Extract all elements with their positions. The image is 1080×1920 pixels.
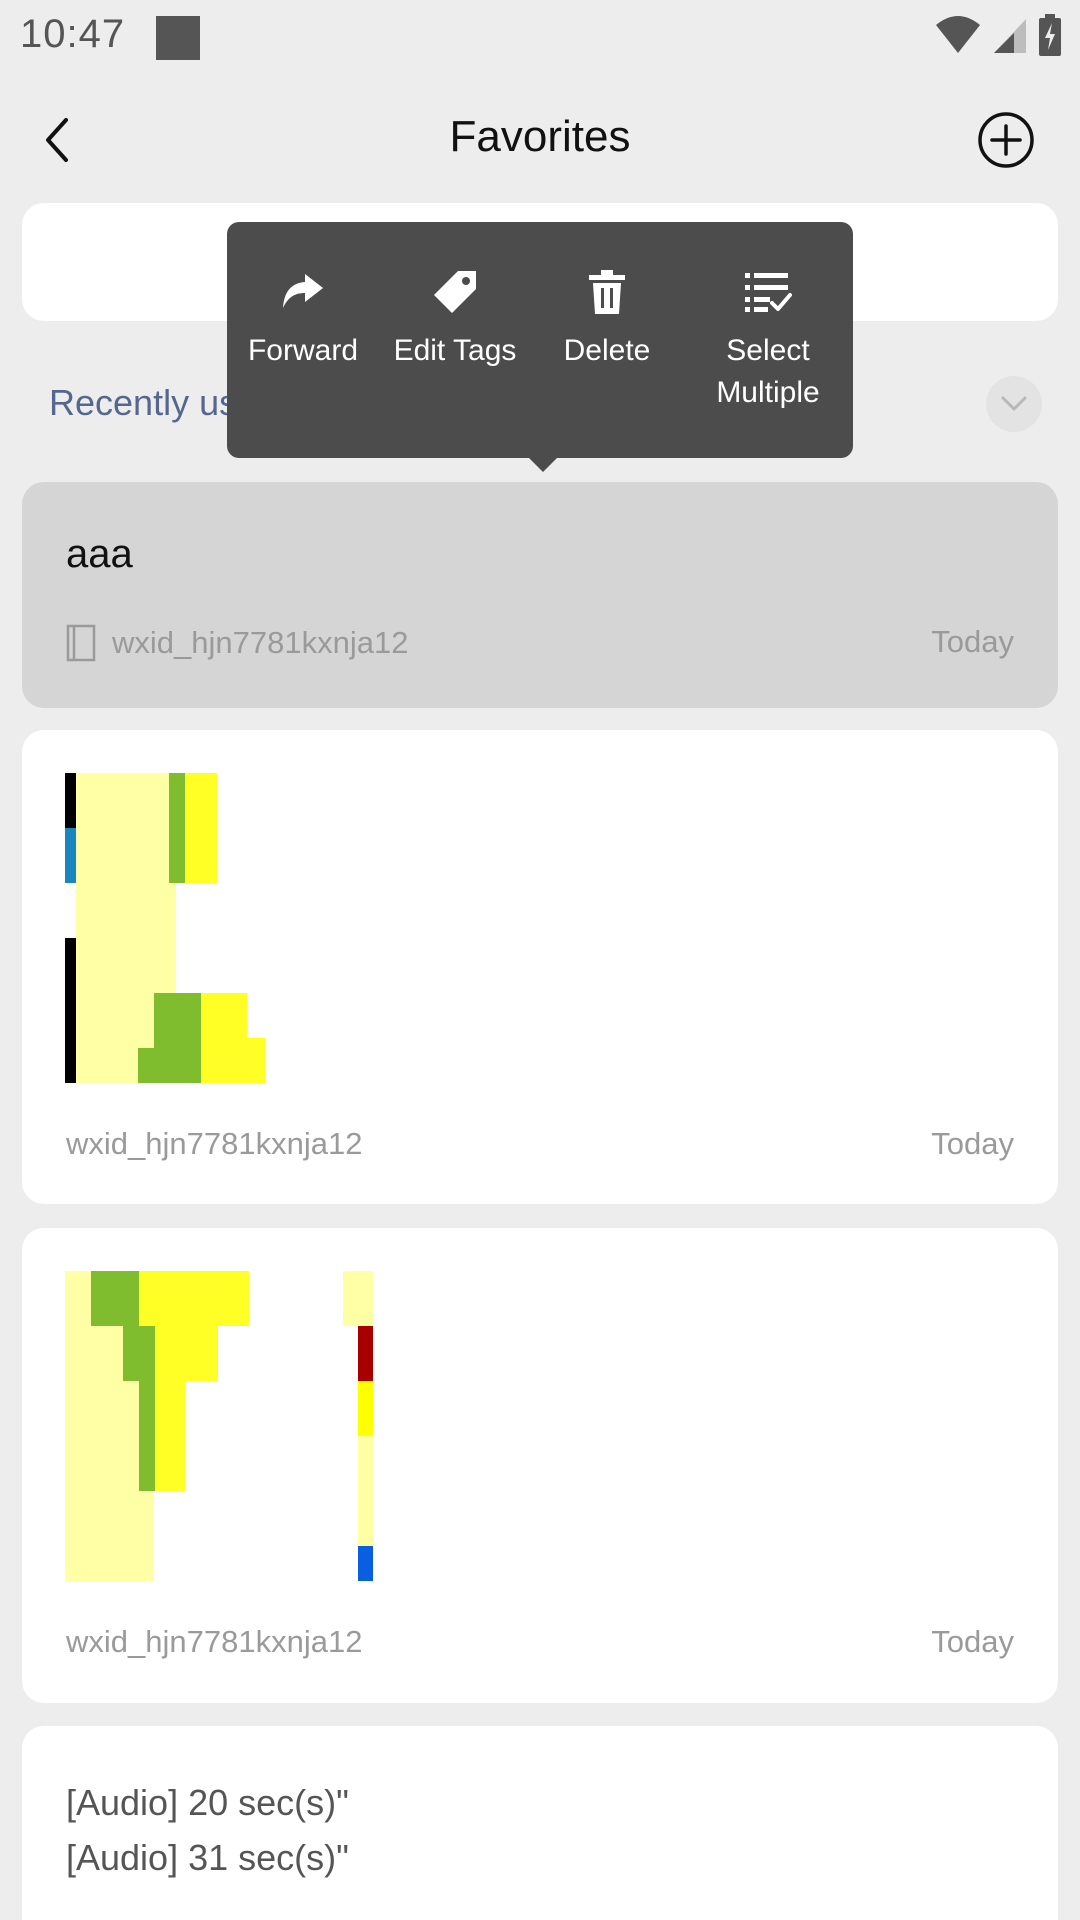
card-source: wxid_hjn7781kxnja12 xyxy=(66,1624,363,1659)
image-thumbnail xyxy=(65,773,265,1083)
menu-item-select-multiple[interactable]: Select Multiple xyxy=(683,268,853,458)
page-title: Favorites xyxy=(449,112,631,161)
menu-label-select-multiple: Select Multiple xyxy=(716,334,820,409)
card-source: wxid_hjn7781kxnja12 xyxy=(66,624,408,662)
menu-label-edit-tags: Edit Tags xyxy=(393,334,517,367)
wifi-icon xyxy=(936,16,980,53)
trash-icon xyxy=(589,270,625,314)
image-thumbnail xyxy=(65,1271,373,1581)
card-title: aaa xyxy=(66,532,133,576)
audio-line-1: [Audio] 20 sec(s)" xyxy=(66,1782,349,1823)
note-book-icon xyxy=(66,624,96,662)
card-source-text: wxid_hjn7781kxnja12 xyxy=(112,625,409,660)
menu-label-delete: Delete xyxy=(563,334,651,367)
status-icons xyxy=(934,14,1062,56)
favorite-card-note[interactable]: aaa wxid_hjn7781kxnja12 Today xyxy=(22,482,1058,708)
status-time: 10:47 xyxy=(20,12,126,56)
forward-arrow-icon xyxy=(283,274,323,308)
menu-item-delete[interactable]: Delete xyxy=(531,268,683,458)
favorite-card-audio[interactable]: [Audio] 20 sec(s)" [Audio] 31 sec(s)" xyxy=(22,1726,1058,1920)
card-source: wxid_hjn7781kxnja12 xyxy=(66,1126,363,1161)
card-date: Today xyxy=(931,1126,1014,1161)
tag-icon xyxy=(434,271,476,313)
favorites-screen: 10:47 Favorites Recently used Forward Ed… xyxy=(0,0,1080,1920)
chevron-down-icon xyxy=(1001,396,1027,411)
favorite-card-image-2[interactable]: wxid_hjn7781kxnja12 Today xyxy=(22,1228,1058,1703)
plus-circle-icon xyxy=(978,112,1034,168)
status-bar: 10:47 xyxy=(0,0,1080,72)
app-header: Favorites xyxy=(0,90,1080,190)
add-favorite-button[interactable] xyxy=(976,110,1036,170)
menu-item-forward[interactable]: Forward xyxy=(227,268,379,458)
card-date: Today xyxy=(931,1624,1014,1659)
menu-label-forward: Forward xyxy=(247,334,359,367)
audio-line-2: [Audio] 31 sec(s)" xyxy=(66,1837,349,1878)
notification-square-icon xyxy=(156,16,200,60)
context-menu: Forward Edit Tags Delete Select Multiple xyxy=(227,222,853,472)
cellular-signal-icon xyxy=(994,19,1026,53)
menu-item-edit-tags[interactable]: Edit Tags xyxy=(379,268,531,458)
card-date: Today xyxy=(931,624,1014,659)
recent-toggle-button[interactable] xyxy=(986,376,1042,432)
battery-charging-icon xyxy=(1039,14,1061,56)
multi-select-list-icon xyxy=(745,273,792,312)
favorite-card-image-1[interactable]: wxid_hjn7781kxnja12 Today xyxy=(22,730,1058,1204)
